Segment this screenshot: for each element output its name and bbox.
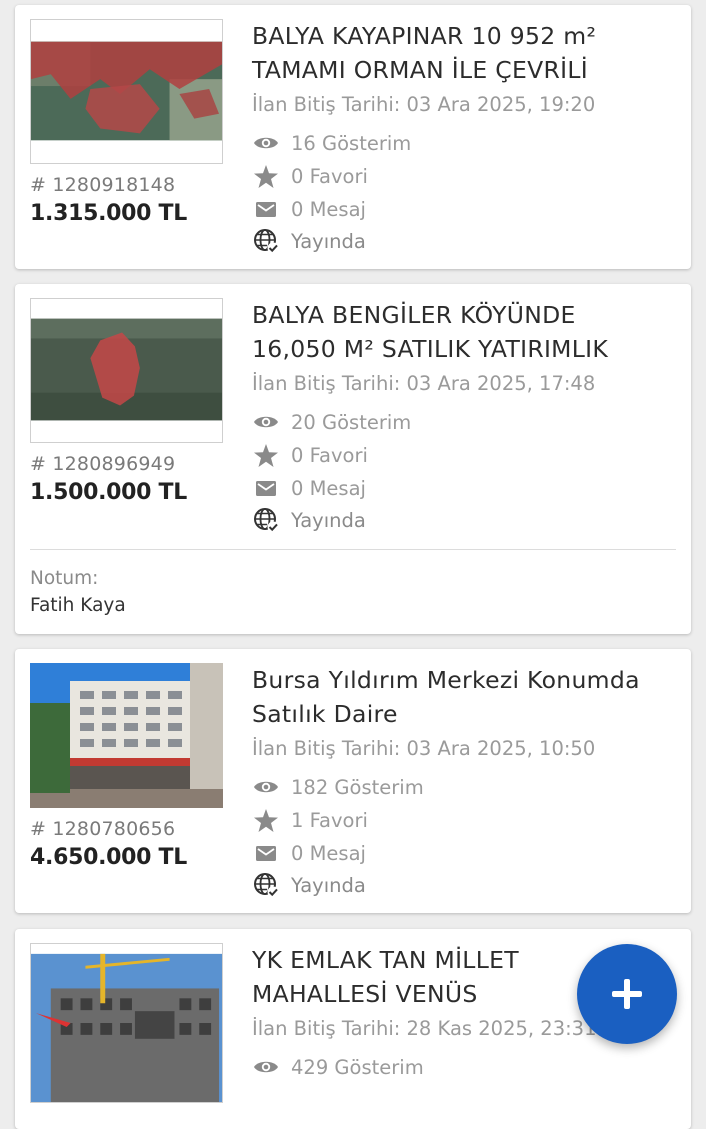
- views-stat: 16 Gösterim: [252, 129, 411, 157]
- listing-card[interactable]: # 1280896949 1.500.000 TL BALYA BENGİLER…: [15, 284, 691, 634]
- envelope-icon: [252, 195, 280, 223]
- publish-status: Yayında: [252, 227, 366, 255]
- listing-end-date: İlan Bitiş Tarihi: 03 Ara 2025, 17:48: [252, 372, 596, 395]
- listing-image[interactable]: [30, 19, 223, 164]
- views-count: 182 Gösterim: [291, 775, 424, 799]
- publish-status: Yayında: [252, 506, 366, 534]
- status-text: Yayında: [291, 508, 366, 532]
- favorites-count: 0 Favori: [291, 443, 368, 467]
- globe-check-icon: [252, 871, 280, 899]
- star-icon: [252, 441, 280, 469]
- views-stat: 182 Gösterim: [252, 773, 424, 801]
- favorites-stat: 0 Favori: [252, 162, 368, 190]
- note-text[interactable]: Fatih Kaya: [30, 595, 126, 616]
- listing-title[interactable]: BALYA BENGİLER KÖYÜNDE 16,050 M² SATILIK…: [252, 298, 672, 366]
- views-stat: 429 Gösterim: [252, 1053, 424, 1081]
- listing-title[interactable]: Bursa Yıldırım Merkezi Konumda Satılık D…: [252, 663, 672, 731]
- add-listing-button[interactable]: [577, 944, 677, 1044]
- favorites-count: 0 Favori: [291, 164, 368, 188]
- globe-check-icon: [252, 227, 280, 255]
- plus-icon: [612, 979, 642, 1009]
- listing-end-date: İlan Bitiş Tarihi: 03 Ara 2025, 19:20: [252, 93, 596, 116]
- views-count: 429 Gösterim: [291, 1055, 424, 1079]
- eye-icon: [252, 773, 280, 801]
- listing-number: # 1280780656: [30, 818, 176, 840]
- messages-count: 0 Mesaj: [291, 197, 366, 221]
- listing-price: 1.500.000 TL: [30, 480, 187, 505]
- views-count: 20 Gösterim: [291, 410, 412, 434]
- messages-count: 0 Mesaj: [291, 841, 366, 865]
- listing-price: 1.315.000 TL: [30, 201, 187, 226]
- envelope-icon: [252, 474, 280, 502]
- divider: [30, 549, 676, 550]
- favorites-stat: 1 Favori: [252, 806, 368, 834]
- views-count: 16 Gösterim: [291, 131, 412, 155]
- listing-image[interactable]: [30, 943, 223, 1103]
- listing-end-date: İlan Bitiş Tarihi: 03 Ara 2025, 10:50: [252, 737, 596, 760]
- eye-icon: [252, 129, 280, 157]
- messages-stat: 0 Mesaj: [252, 839, 366, 867]
- messages-count: 0 Mesaj: [291, 476, 366, 500]
- publish-status: Yayında: [252, 871, 366, 899]
- favorites-stat: 0 Favori: [252, 441, 368, 469]
- status-text: Yayında: [291, 873, 366, 897]
- listing-image[interactable]: [30, 663, 223, 808]
- listing-title[interactable]: BALYA KAYAPINAR 10 952 m² TAMAMI ORMAN İ…: [252, 19, 672, 87]
- listing-end-date: İlan Bitiş Tarihi: 28 Kas 2025, 23:31: [252, 1017, 597, 1040]
- eye-icon: [252, 408, 280, 436]
- star-icon: [252, 162, 280, 190]
- listing-card[interactable]: # 1280780656 4.650.000 TL Bursa Yıldırım…: [15, 649, 691, 913]
- note-label: Notum:: [30, 568, 99, 589]
- listing-number: # 1280896949: [30, 453, 176, 475]
- listing-price: 4.650.000 TL: [30, 845, 187, 870]
- messages-stat: 0 Mesaj: [252, 195, 366, 223]
- eye-icon: [252, 1053, 280, 1081]
- messages-stat: 0 Mesaj: [252, 474, 366, 502]
- listing-image[interactable]: [30, 298, 223, 443]
- favorites-count: 1 Favori: [291, 808, 368, 832]
- views-stat: 20 Gösterim: [252, 408, 411, 436]
- star-icon: [252, 806, 280, 834]
- listing-card[interactable]: # 1280918148 1.315.000 TL BALYA KAYAPINA…: [15, 5, 691, 269]
- listing-number: # 1280918148: [30, 174, 176, 196]
- status-text: Yayında: [291, 229, 366, 253]
- listing-list: # 1280918148 1.315.000 TL BALYA KAYAPINA…: [0, 0, 706, 1129]
- envelope-icon: [252, 839, 280, 867]
- globe-check-icon: [252, 506, 280, 534]
